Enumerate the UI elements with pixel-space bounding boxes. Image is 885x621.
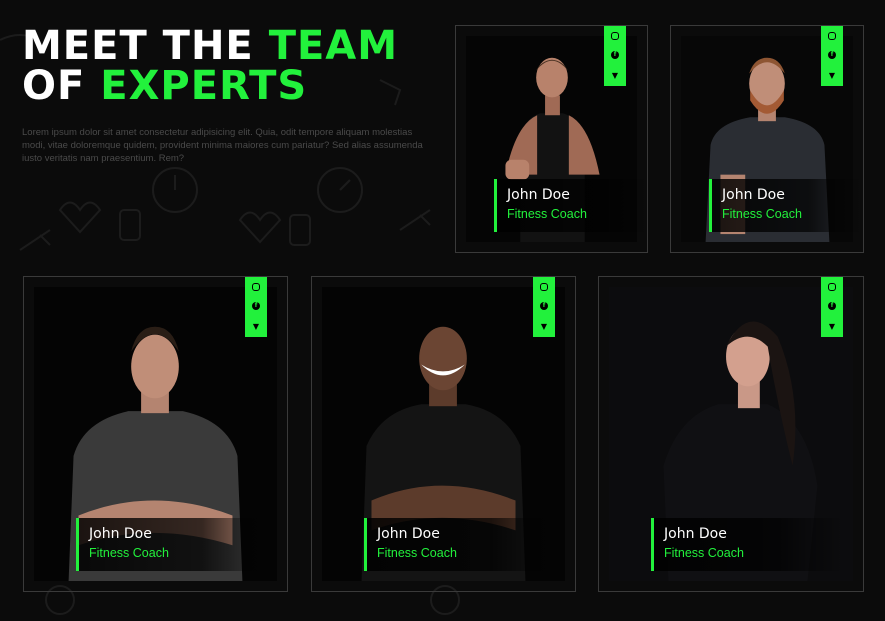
member-name: John Doe	[664, 526, 727, 542]
team-card-5[interactable]: f ▼ John Doe Fitness Coach	[598, 276, 864, 592]
facebook-icon[interactable]: f	[611, 50, 619, 59]
member-name: John Doe	[722, 187, 785, 203]
hero-description: Lorem ipsum dolor sit amet consectetur a…	[22, 127, 423, 164]
title-line2-green: EXPERTS	[100, 63, 308, 109]
social-bar: f ▼	[245, 277, 267, 337]
hero-section: MEET THE TEAM OF EXPERTS Lorem ipsum dol…	[22, 26, 432, 165]
member-name: John Doe	[377, 526, 440, 542]
team-card-1[interactable]: f ▼ John Doe Fitness Coach	[455, 25, 648, 253]
page-title: MEET THE TEAM OF EXPERTS	[22, 26, 432, 106]
instagram-icon[interactable]	[611, 31, 619, 40]
social-bar: f ▼	[533, 277, 555, 337]
facebook-icon[interactable]: f	[252, 301, 260, 310]
social-bar: f ▼	[604, 26, 626, 86]
instagram-icon[interactable]	[540, 282, 548, 291]
member-caption: John Doe Fitness Coach	[651, 518, 844, 571]
member-caption: John Doe Fitness Coach	[364, 518, 557, 571]
member-role: Fitness Coach	[507, 207, 587, 221]
facebook-icon[interactable]: f	[540, 301, 548, 310]
social-bar: f ▼	[821, 277, 843, 337]
twitter-icon[interactable]: ▼	[539, 321, 550, 332]
twitter-icon[interactable]: ▼	[251, 321, 262, 332]
team-card-3[interactable]: f ▼ John Doe Fitness Coach	[23, 276, 288, 592]
title-line2-white: OF	[22, 63, 101, 109]
social-bar: f ▼	[821, 26, 843, 86]
member-caption: John Doe Fitness Coach	[76, 518, 269, 571]
member-role: Fitness Coach	[377, 546, 457, 560]
facebook-icon[interactable]: f	[828, 301, 836, 310]
member-name: John Doe	[89, 526, 152, 542]
twitter-icon[interactable]: ▼	[827, 70, 838, 81]
member-caption: John Doe Fitness Coach	[494, 179, 647, 232]
facebook-icon[interactable]: f	[828, 50, 836, 59]
twitter-icon[interactable]: ▼	[827, 321, 838, 332]
member-role: Fitness Coach	[664, 546, 744, 560]
member-role: Fitness Coach	[722, 207, 802, 221]
instagram-icon[interactable]	[828, 31, 836, 40]
team-card-2[interactable]: f ▼ John Doe Fitness Coach	[670, 25, 864, 253]
member-name: John Doe	[507, 187, 570, 203]
instagram-icon[interactable]	[252, 282, 260, 291]
member-role: Fitness Coach	[89, 546, 169, 560]
team-card-4[interactable]: f ▼ John Doe Fitness Coach	[311, 276, 576, 592]
member-caption: John Doe Fitness Coach	[709, 179, 862, 232]
instagram-icon[interactable]	[828, 282, 836, 291]
twitter-icon[interactable]: ▼	[610, 70, 621, 81]
